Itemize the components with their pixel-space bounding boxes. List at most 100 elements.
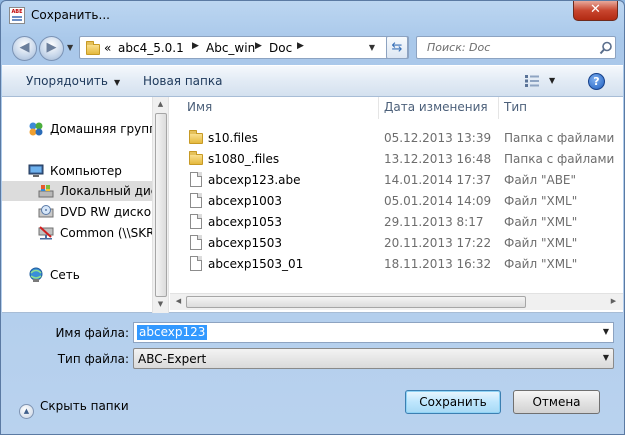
nav-item-computer[interactable]: Компьютер bbox=[2, 161, 152, 181]
file-date: 29.11.2013 8:17 bbox=[384, 215, 484, 229]
filename-label: Имя файла: bbox=[55, 326, 129, 340]
refresh-icon: ⇆ bbox=[391, 40, 403, 55]
nav-item-label: Компьютер bbox=[50, 164, 122, 178]
file-icon bbox=[190, 256, 202, 271]
file-type: Файл "XML" bbox=[504, 236, 578, 250]
file-date: 13.12.2013 16:48 bbox=[384, 152, 492, 166]
chevron-right-icon[interactable]: ▶ bbox=[255, 41, 262, 51]
file-row[interactable]: abcexp1503_01 18.11.2013 16:32 Файл "XML… bbox=[170, 253, 623, 274]
file-type: Файл "ABE" bbox=[504, 173, 577, 187]
scrollbar-thumb[interactable] bbox=[155, 113, 167, 297]
breadcrumb-item[interactable]: abc4_5.0.1 bbox=[118, 41, 184, 55]
scroll-down-icon[interactable]: ▼ bbox=[153, 300, 168, 308]
chevron-right-icon[interactable]: ▶ bbox=[297, 41, 304, 51]
nav-item-network-drive[interactable]: Common (\\SKR bbox=[2, 223, 152, 243]
column-header-name[interactable]: Имя bbox=[187, 100, 212, 114]
breadcrumb-overflow[interactable]: « bbox=[104, 41, 111, 55]
address-dropdown[interactable]: ▼ bbox=[363, 36, 381, 59]
hide-folders-button[interactable]: ▲ Скрыть папки bbox=[19, 399, 129, 419]
save-dialog: ABE Сохранить... ✕ ◀ ▶ ▼ « abc4_5.0.1 ▶ … bbox=[0, 0, 625, 435]
file-list-hscrollbar[interactable]: ◀ ▶ bbox=[170, 293, 623, 310]
scroll-up-icon[interactable]: ▲ bbox=[153, 100, 168, 108]
file-name: abcexp123.abe bbox=[208, 173, 301, 187]
browser-content: Домашняя группа Компьютер Локальный диск bbox=[2, 97, 623, 313]
file-row[interactable]: s10.files 05.12.2013 13:39 Папка с файла… bbox=[170, 127, 623, 148]
close-button[interactable]: ✕ bbox=[573, 1, 618, 21]
file-icon bbox=[190, 214, 202, 229]
column-header-date[interactable]: Дата изменения bbox=[384, 100, 488, 114]
file-date: 14.01.2014 17:37 bbox=[384, 173, 492, 187]
file-name: abcexp1503_01 bbox=[208, 257, 304, 271]
file-date: 20.11.2013 17:22 bbox=[384, 236, 492, 250]
file-row[interactable]: abcexp1503 20.11.2013 17:22 Файл "XML" bbox=[170, 232, 623, 253]
close-icon: ✕ bbox=[590, 2, 601, 17]
filename-value[interactable]: abcexp123 bbox=[137, 325, 208, 340]
organize-button[interactable]: Упорядочить ▼ bbox=[26, 74, 120, 88]
homegroup-icon bbox=[29, 122, 43, 136]
recent-locations-dropdown[interactable]: ▼ bbox=[67, 43, 73, 52]
filetype-value: ABC-Expert bbox=[138, 352, 207, 366]
file-list: Имя Дата изменения Тип s10.files 05.12.2… bbox=[170, 97, 623, 313]
forward-button[interactable]: ▶ bbox=[39, 36, 64, 61]
network-drive-icon bbox=[38, 226, 54, 240]
chevron-down-icon: ▼ bbox=[113, 78, 121, 87]
search-box[interactable] bbox=[416, 36, 616, 59]
nav-item-homegroup[interactable]: Домашняя группа bbox=[2, 119, 152, 139]
file-name: s10.files bbox=[208, 131, 258, 145]
chevron-down-icon[interactable]: ▼ bbox=[603, 327, 609, 336]
new-folder-button[interactable]: Новая папка bbox=[143, 74, 222, 88]
help-icon[interactable]: ? bbox=[588, 73, 605, 90]
file-name: s1080_.files bbox=[208, 152, 280, 166]
refresh-button[interactable]: ⇆ bbox=[386, 36, 408, 59]
file-row[interactable]: abcexp1003 05.01.2014 14:09 Файл "XML" bbox=[170, 190, 623, 211]
nav-item-dvd-drive[interactable]: DVD RW дисковод bbox=[2, 202, 152, 222]
save-button[interactable]: Сохранить bbox=[405, 390, 501, 414]
nav-item-network[interactable]: Сеть bbox=[2, 265, 152, 285]
scrollbar-thumb[interactable] bbox=[186, 296, 526, 308]
nav-item-local-disk[interactable]: Локальный диск bbox=[2, 181, 152, 201]
folder-icon bbox=[189, 151, 203, 165]
search-input[interactable] bbox=[425, 40, 595, 55]
file-type: Файл "XML" bbox=[504, 257, 578, 271]
breadcrumb-item[interactable]: Doc bbox=[269, 41, 292, 55]
filetype-label: Тип файла: bbox=[57, 352, 129, 366]
file-icon bbox=[190, 172, 202, 187]
window-title: Сохранить... bbox=[31, 8, 110, 22]
nav-item-label: Домашняя группа bbox=[50, 122, 152, 136]
address-bar[interactable]: « abc4_5.0.1 ▶ Abc_win ▶ Doc ▶ bbox=[79, 36, 409, 59]
breadcrumb-item[interactable]: Abc_win bbox=[206, 41, 255, 55]
back-button[interactable]: ◀ bbox=[12, 36, 37, 61]
search-icon[interactable] bbox=[599, 41, 613, 55]
file-row[interactable]: abcexp123.abe 14.01.2014 17:37 Файл "ABE… bbox=[170, 169, 623, 190]
column-header-type[interactable]: Тип bbox=[504, 100, 527, 114]
scroll-left-icon[interactable]: ◀ bbox=[171, 297, 186, 305]
view-options-dropdown[interactable]: ▼ bbox=[549, 76, 555, 85]
nav-item-label: Common (\\SKR bbox=[60, 226, 152, 240]
file-name: abcexp1503 bbox=[208, 236, 282, 250]
cancel-button[interactable]: Отмена bbox=[513, 390, 600, 414]
file-row[interactable]: s1080_.files 13.12.2013 16:48 Папка с фа… bbox=[170, 148, 623, 169]
computer-icon bbox=[28, 164, 44, 177]
app-icon: ABE bbox=[9, 7, 25, 24]
network-icon bbox=[29, 267, 43, 282]
title-bar: ABE Сохранить... ✕ bbox=[1, 1, 624, 31]
arrow-right-icon: ▶ bbox=[46, 40, 57, 55]
local-disk-icon bbox=[38, 185, 54, 198]
file-row[interactable]: abcexp1053 29.11.2013 8:17 Файл "XML" bbox=[170, 211, 623, 232]
filename-field[interactable]: abcexp123 ▼ bbox=[133, 322, 614, 343]
file-name: abcexp1003 bbox=[208, 194, 282, 208]
filetype-select[interactable]: ABC-Expert ▼ bbox=[133, 348, 614, 369]
view-options-icon[interactable] bbox=[525, 75, 539, 87]
file-date: 18.11.2013 16:32 bbox=[384, 257, 492, 271]
nav-item-label: Локальный диск bbox=[60, 184, 152, 198]
arrow-left-icon: ◀ bbox=[19, 40, 30, 55]
file-icon bbox=[190, 193, 202, 208]
file-date: 05.01.2014 14:09 bbox=[384, 194, 492, 208]
file-type: Файл "XML" bbox=[504, 215, 578, 229]
chevron-up-icon: ▲ bbox=[19, 404, 34, 419]
chevron-right-icon[interactable]: ▶ bbox=[192, 41, 199, 51]
nav-pane-scrollbar[interactable]: ▲ ▼ bbox=[152, 97, 169, 313]
nav-item-label: Сеть bbox=[50, 268, 80, 282]
file-type: Папка с файлами bbox=[504, 152, 615, 166]
scroll-right-icon[interactable]: ▶ bbox=[606, 297, 621, 305]
